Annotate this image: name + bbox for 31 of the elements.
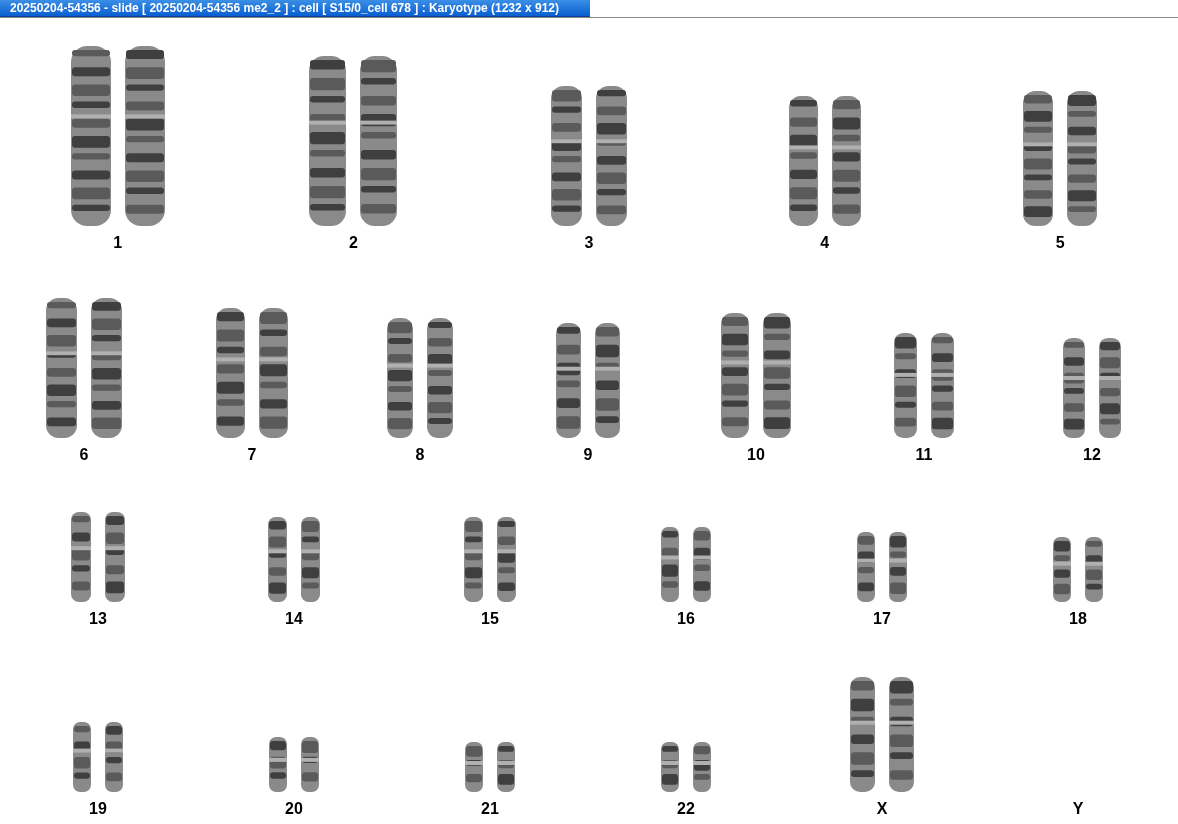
chromosome-label: 4 [820,234,830,252]
chromosome-label: 10 [747,446,765,464]
chromosome-label: Y [1072,800,1084,818]
chromosome-label: 22 [677,800,695,818]
chromosome-label: 9 [583,446,593,464]
chromosome-label: 17 [873,610,891,628]
chromosome-label: 2 [348,234,358,252]
chromosome-label: 11 [915,446,933,464]
chromosome-label: 15 [481,610,499,628]
window-title: 20250204-54356 - slide [ 20250204-54356 me2_2 ] : cell [ S15/0_cell 678 ] : Karyotype (1232 x 912) [0,0,590,17]
chromosome-pair-drawing [1053,537,1103,602]
chromosome-label: 16 [677,610,695,628]
chromosome-label: 1 [113,234,123,252]
chromosome-label: X [876,800,888,818]
chromosome-pair-drawing [465,742,515,792]
chromosome-label: 7 [247,446,257,464]
chromosome-label: 18 [1069,610,1087,628]
chromosome-label: 5 [1055,234,1065,252]
chromosome-label: 19 [89,800,107,818]
chromosome-label: 6 [79,446,89,464]
chromosome-label: 13 [89,610,107,628]
chromosome-pair-drawing [661,742,711,792]
chromosome-label: 20 [285,800,303,818]
chromosome-label: 21 [481,800,499,818]
chromosome-label: 3 [584,234,594,252]
chromosome-label: 12 [1083,446,1101,464]
chromosome-label: 14 [285,610,303,628]
chromosome-pair-drawing [857,532,907,602]
chromosome-label: 8 [415,446,425,464]
chromosome-pair-drawing [73,722,123,792]
chromosome-pair-drawing [269,737,319,792]
